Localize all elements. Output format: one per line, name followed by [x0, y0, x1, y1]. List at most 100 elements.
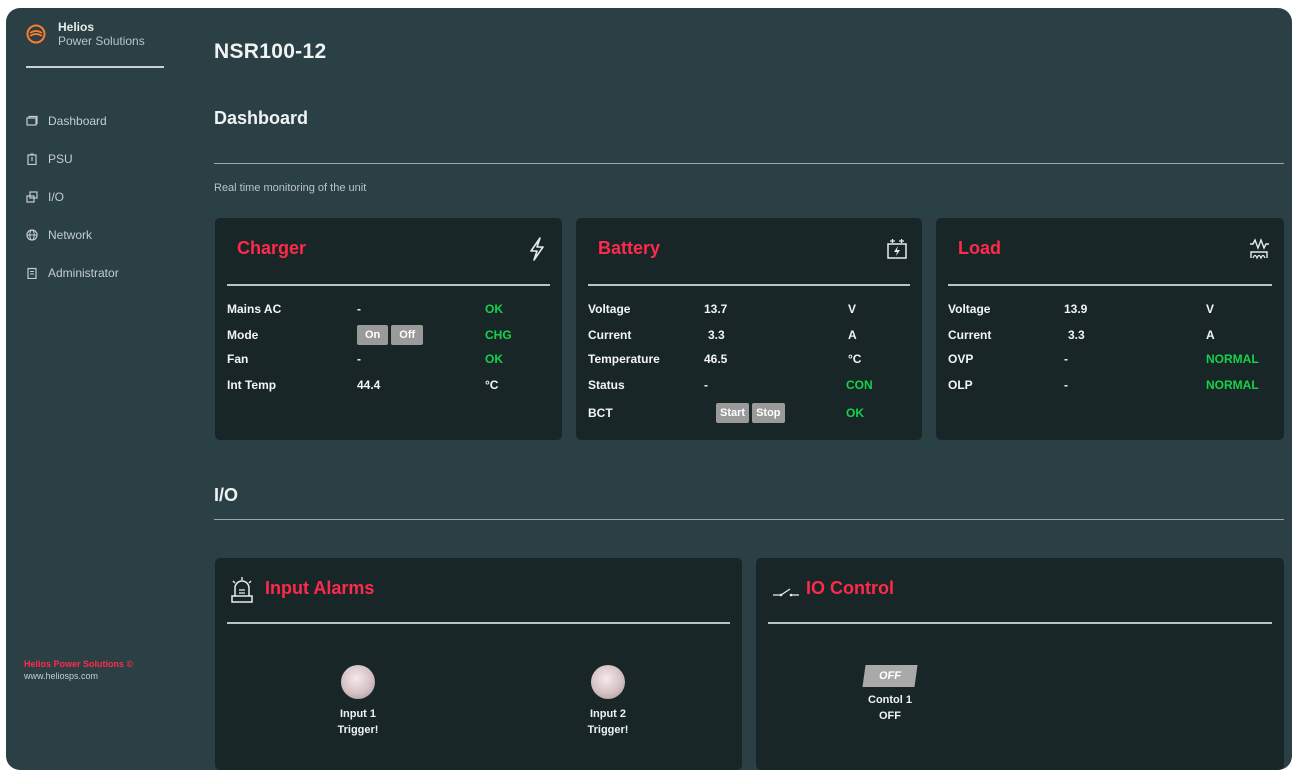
input-name: Input 2 [589, 708, 627, 720]
row-label: Int Temp [227, 378, 277, 392]
bct-start-button[interactable]: Start [716, 403, 750, 423]
row-label: Fan [227, 352, 249, 366]
load-row-voltage: Voltage 13.9 V [948, 298, 1272, 320]
sidebar-item-label: Network [48, 228, 93, 242]
status-text: NORMAL [1206, 352, 1259, 366]
row-label: Mains AC [227, 302, 282, 316]
row-unit: °C [485, 378, 499, 392]
io-heading: I/O [214, 485, 239, 505]
io-control-card: IO Control OFF Contol 1 OFF [756, 558, 1284, 770]
battery-charge-icon [887, 239, 907, 259]
row-label: OLP [948, 378, 973, 392]
dashboard-heading: Dashboard [214, 108, 309, 128]
load-title: Load [958, 238, 1001, 258]
bct-stop-button[interactable]: Stop [752, 403, 785, 423]
alarm-siren-icon [231, 577, 253, 603]
sidebar-item-administrator[interactable]: Administrator [26, 254, 119, 292]
row-value: 13.9 [1064, 302, 1088, 316]
input-alarms-divider [227, 622, 730, 624]
row-unit: V [848, 302, 857, 316]
mode-toggle-group: On Off [357, 325, 424, 345]
input-2-indicator [591, 665, 625, 699]
charger-row-fan: Fan - OK [227, 348, 550, 370]
battery-row-bct: BCT Start Stop OK [588, 402, 910, 424]
sidebar-item-network[interactable]: Network [26, 216, 119, 254]
load-row-current: Current 3.3 A [948, 324, 1272, 346]
charger-divider [227, 284, 550, 286]
brand-divider [26, 66, 164, 68]
sidebar-item-io[interactable]: I/O [26, 178, 119, 216]
sidebar-item-label: PSU [48, 152, 73, 166]
row-label: Voltage [948, 302, 991, 316]
row-unit: V [1206, 302, 1215, 316]
charger-row-mains: Mains AC - OK [227, 298, 550, 320]
io-control-title: IO Control [806, 578, 894, 598]
status-text: OK [485, 352, 503, 366]
load-divider [948, 284, 1272, 286]
status-text: NORMAL [1206, 378, 1259, 392]
battery-row-status: Status - CON [588, 374, 910, 396]
battery-row-voltage: Voltage 13.7 V [588, 298, 910, 320]
sidebar-item-dashboard[interactable]: Dashboard [26, 102, 119, 140]
load-row-olp: OLP - NORMAL [948, 374, 1272, 396]
sidebar-footer: Helios Power Solutions © www.heliosps.co… [24, 658, 133, 682]
row-unit: °C [848, 352, 862, 366]
row-label: Temperature [588, 352, 660, 366]
row-unit: A [1206, 328, 1215, 342]
charger-row-mode: Mode On Off CHG [227, 324, 550, 346]
battery-title: Battery [598, 238, 661, 258]
row-unit: A [848, 328, 857, 342]
charger-title: Charger [237, 238, 307, 258]
dashboard-icon [26, 115, 38, 126]
load-card: Load Voltage 13.9 V Current 3.3 A OVP - … [936, 218, 1284, 440]
brand-subtitle: Power Solutions [58, 34, 145, 48]
sidebar-item-psu[interactable]: PSU [26, 140, 119, 178]
row-label: Voltage [588, 302, 631, 316]
row-value: 46.5 [704, 352, 728, 366]
status-text: OK [485, 302, 503, 316]
row-label: OVP [948, 352, 974, 366]
status-text: OK [846, 406, 864, 420]
brand: Helios Power Solutions [26, 20, 145, 48]
sidebar-item-label: Administrator [48, 266, 119, 280]
row-value: 44.4 [357, 378, 381, 392]
sidebar-item-label: I/O [48, 190, 65, 204]
sidebar-item-label: Dashboard [48, 114, 107, 128]
battery-icon [27, 153, 37, 165]
row-label: Current [948, 328, 992, 342]
charger-row-int-temp: Int Temp 44.4 °C [227, 374, 550, 396]
control-name: Contol 1 [868, 694, 912, 706]
control-1-label: Contol 1 OFF [840, 692, 940, 724]
helios-logo-icon [26, 24, 46, 44]
status-text: CON [846, 378, 873, 392]
globe-icon [26, 229, 38, 241]
control-1-toggle[interactable]: OFF [862, 665, 918, 687]
mode-on-button[interactable]: On [357, 325, 389, 345]
input-alarms-title: Input Alarms [265, 578, 375, 598]
io-icon [26, 191, 38, 203]
footer-copyright: Helios Power Solutions © [24, 659, 134, 669]
load-row-ovp: OVP - NORMAL [948, 348, 1272, 370]
input-state: Trigger! [587, 724, 629, 736]
clipboard-icon [27, 267, 37, 279]
page-title: NSR100-12 [214, 40, 327, 63]
input-1-label: Input 1 Trigger! [308, 706, 408, 738]
battery-card: Battery Voltage 13.7 V Current 3.3 A Tem… [576, 218, 922, 440]
battery-row-temperature: Temperature 46.5 °C [588, 348, 910, 370]
io-control-divider [768, 622, 1272, 624]
control-state: OFF [879, 710, 901, 722]
dashboard-divider [214, 163, 1284, 164]
row-value: 13.7 [704, 302, 728, 316]
input-alarms-card: Input Alarms Input 1 Trigger! Input 2 Tr… [215, 558, 742, 770]
switch-icon [773, 588, 799, 597]
mode-off-button[interactable]: Off [391, 325, 424, 345]
row-value: - [704, 378, 708, 392]
row-label: BCT [588, 406, 613, 420]
brand-name: Helios [58, 20, 95, 34]
input-2-label: Input 2 Trigger! [558, 706, 658, 738]
page-subtitle: Real time monitoring of the unit [214, 182, 367, 194]
row-value: - [1064, 378, 1068, 392]
app-window: Helios Power Solutions Dashboard PSU I/O… [6, 8, 1292, 770]
lightning-icon [530, 237, 544, 261]
bct-button-group: Start Stop [716, 403, 785, 423]
